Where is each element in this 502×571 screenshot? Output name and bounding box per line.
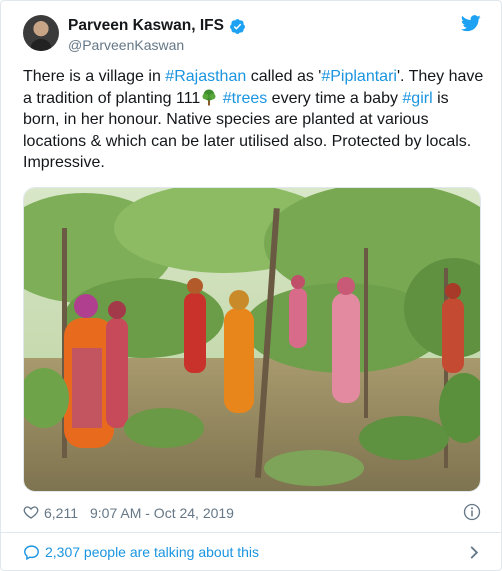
avatar[interactable] <box>23 15 59 51</box>
tweet-text-segment: called as ' <box>246 68 322 85</box>
tweet-timestamp[interactable]: 9:07 AM - Oct 24, 2019 <box>90 505 234 521</box>
author-display-name[interactable]: Parveen Kaswan, IFS <box>68 17 224 35</box>
talking-about-label: 2,307 people are talking about this <box>45 544 260 560</box>
twitter-bird-icon[interactable] <box>461 15 481 32</box>
figure <box>332 277 360 403</box>
hashtag-link-girl[interactable]: #girl <box>402 90 432 107</box>
tweet-text-segment: There is a village in <box>23 68 166 85</box>
info-icon[interactable] <box>463 503 481 521</box>
tweet-photo[interactable] <box>23 187 481 492</box>
author-name-line: Parveen Kaswan, IFS <box>68 17 246 35</box>
tweet-card: Parveen Kaswan, IFS @ParveenKaswan There… <box>0 0 502 571</box>
tweet-header: Parveen Kaswan, IFS @ParveenKaswan <box>23 15 483 59</box>
tweet-meta: 6,211 9:07 AM - Oct 24, 2019 <box>23 502 483 524</box>
like-count[interactable]: 6,211 <box>44 505 78 521</box>
author-handle[interactable]: @ParveenKaswan <box>68 37 184 53</box>
tweet-text: There is a village in #Rajasthan called … <box>23 66 485 174</box>
deciduous-tree-icon <box>202 89 216 105</box>
heart-icon[interactable] <box>23 504 39 520</box>
talking-about-link[interactable]: 2,307 people are talking about this <box>1 533 501 571</box>
photo-scene <box>24 188 480 491</box>
hashtag-link-trees[interactable]: #trees <box>223 90 267 107</box>
chevron-right-icon <box>470 546 479 559</box>
tweet-text-segment: every time a baby <box>267 89 403 107</box>
verified-badge-icon <box>230 18 245 34</box>
comment-icon <box>24 545 39 561</box>
hashtag-link-rajasthan[interactable]: #Rajasthan <box>165 68 246 85</box>
hashtag-link-piplantari[interactable]: #Piplantari <box>321 68 397 85</box>
